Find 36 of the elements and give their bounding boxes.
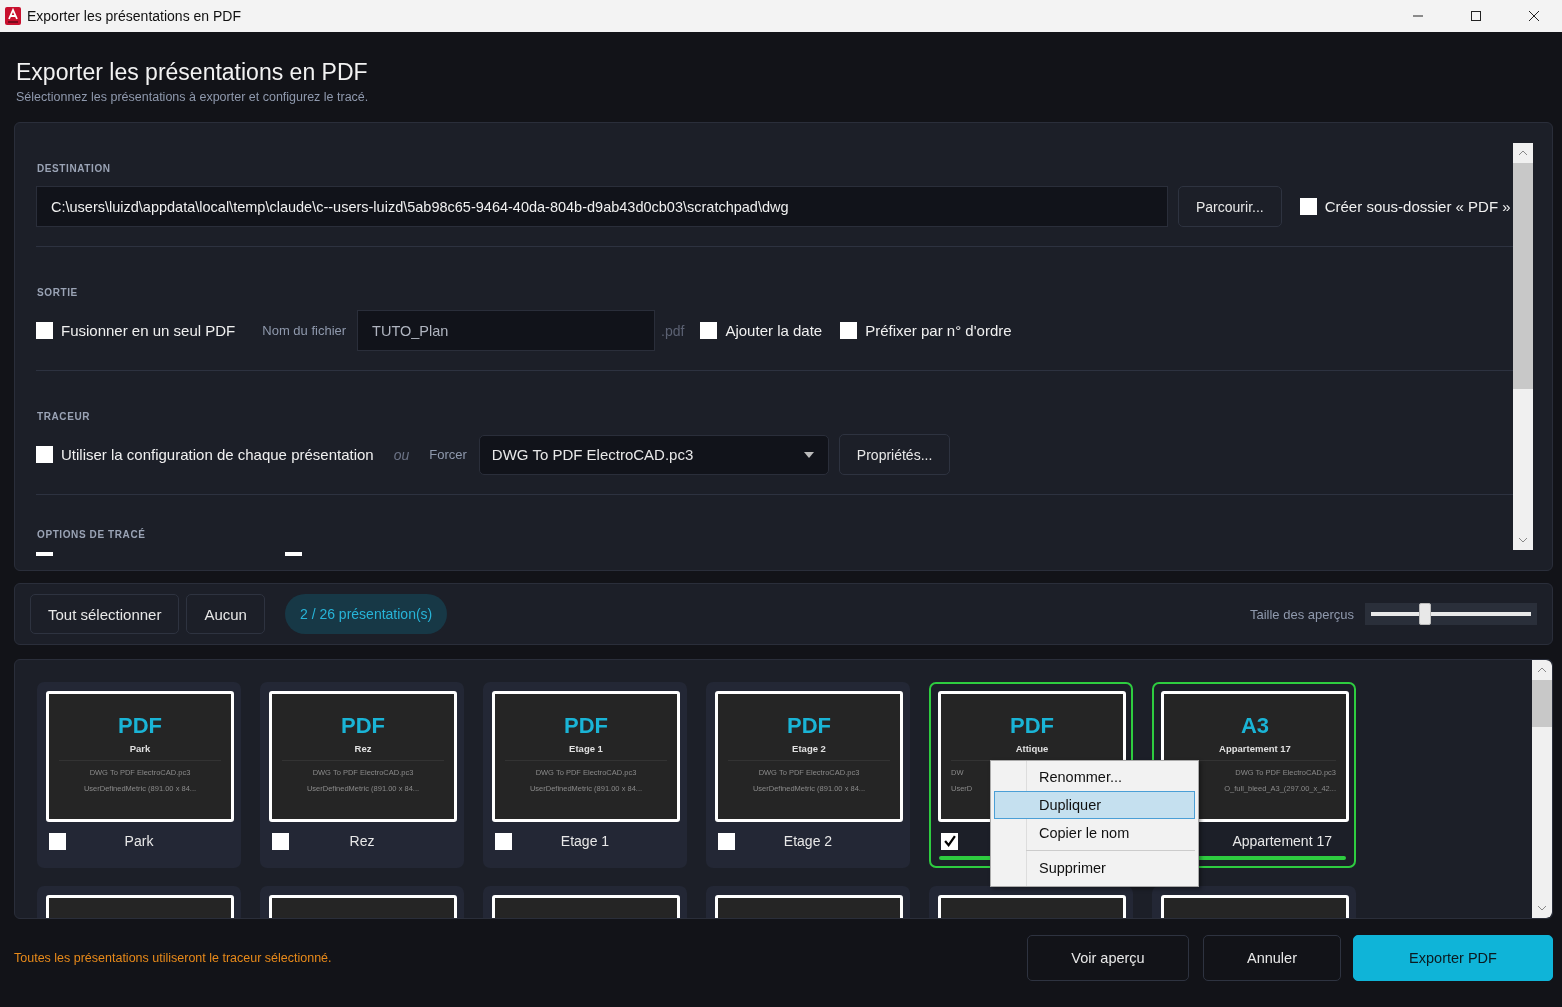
format-label: PDF [341,713,385,739]
thumbnail-title: Appartement 17 [1219,743,1291,754]
checkbox-label: Ajouter la date [725,322,823,339]
format-label: PDF [1010,713,1054,739]
section-label: TRACEUR [37,411,92,422]
section-label: DESTINATION [37,163,112,174]
thumbnail-title: Park [129,743,151,754]
selection-count-badge: 2 / 26 présentation(s) [284,594,448,634]
or-label: ou [393,446,410,463]
filename-label: Nom du fichier [262,323,347,338]
format-label: PDF [787,713,831,739]
section-label: OPTIONS DE TRACÉ [37,529,147,540]
force-label: Forcer [429,447,467,462]
format-label: PDF [564,713,608,739]
layout-name: Park [123,833,155,849]
dialog-title: Exporter les présentations en PDF [16,59,369,85]
footer-note: Toutes les présentations utiliseront le traceur sélectionné. [14,951,332,965]
extension-label: .pdf [661,322,685,339]
dialog-subtitle: Sélectionnez les présentations à exporter et configurez le tracé. [16,90,370,104]
thumbnail-size-label: Taille des aperçus [1249,606,1354,622]
thumbnail-title: Attique [1015,743,1049,754]
thumbnail-title: Etage 1 [569,743,603,754]
window-title: Exporter les présentations en PDF [27,8,241,24]
checkbox-label: Utiliser la configuration de chaque présentation [61,446,374,463]
checkbox-label: Préfixer par n° d'ordre [865,322,1012,339]
section-label: SORTIE [37,287,79,298]
checkbox-label: Créer sous-dossier « PDF » [1324,198,1511,215]
checkbox-label: Fusionner en un seul PDF [61,322,236,339]
layout-name: Etage 1 [559,833,611,849]
layout-name: Etage 2 [782,833,834,849]
format-label: PDF [118,713,162,739]
thumbnail-title: Rez [354,743,372,754]
layout-name: Rez [348,833,376,849]
layout-name: Appartement 17 [1231,833,1333,849]
format-label: A3 [1240,713,1270,739]
thumbnail-title: Etage 2 [792,743,826,754]
